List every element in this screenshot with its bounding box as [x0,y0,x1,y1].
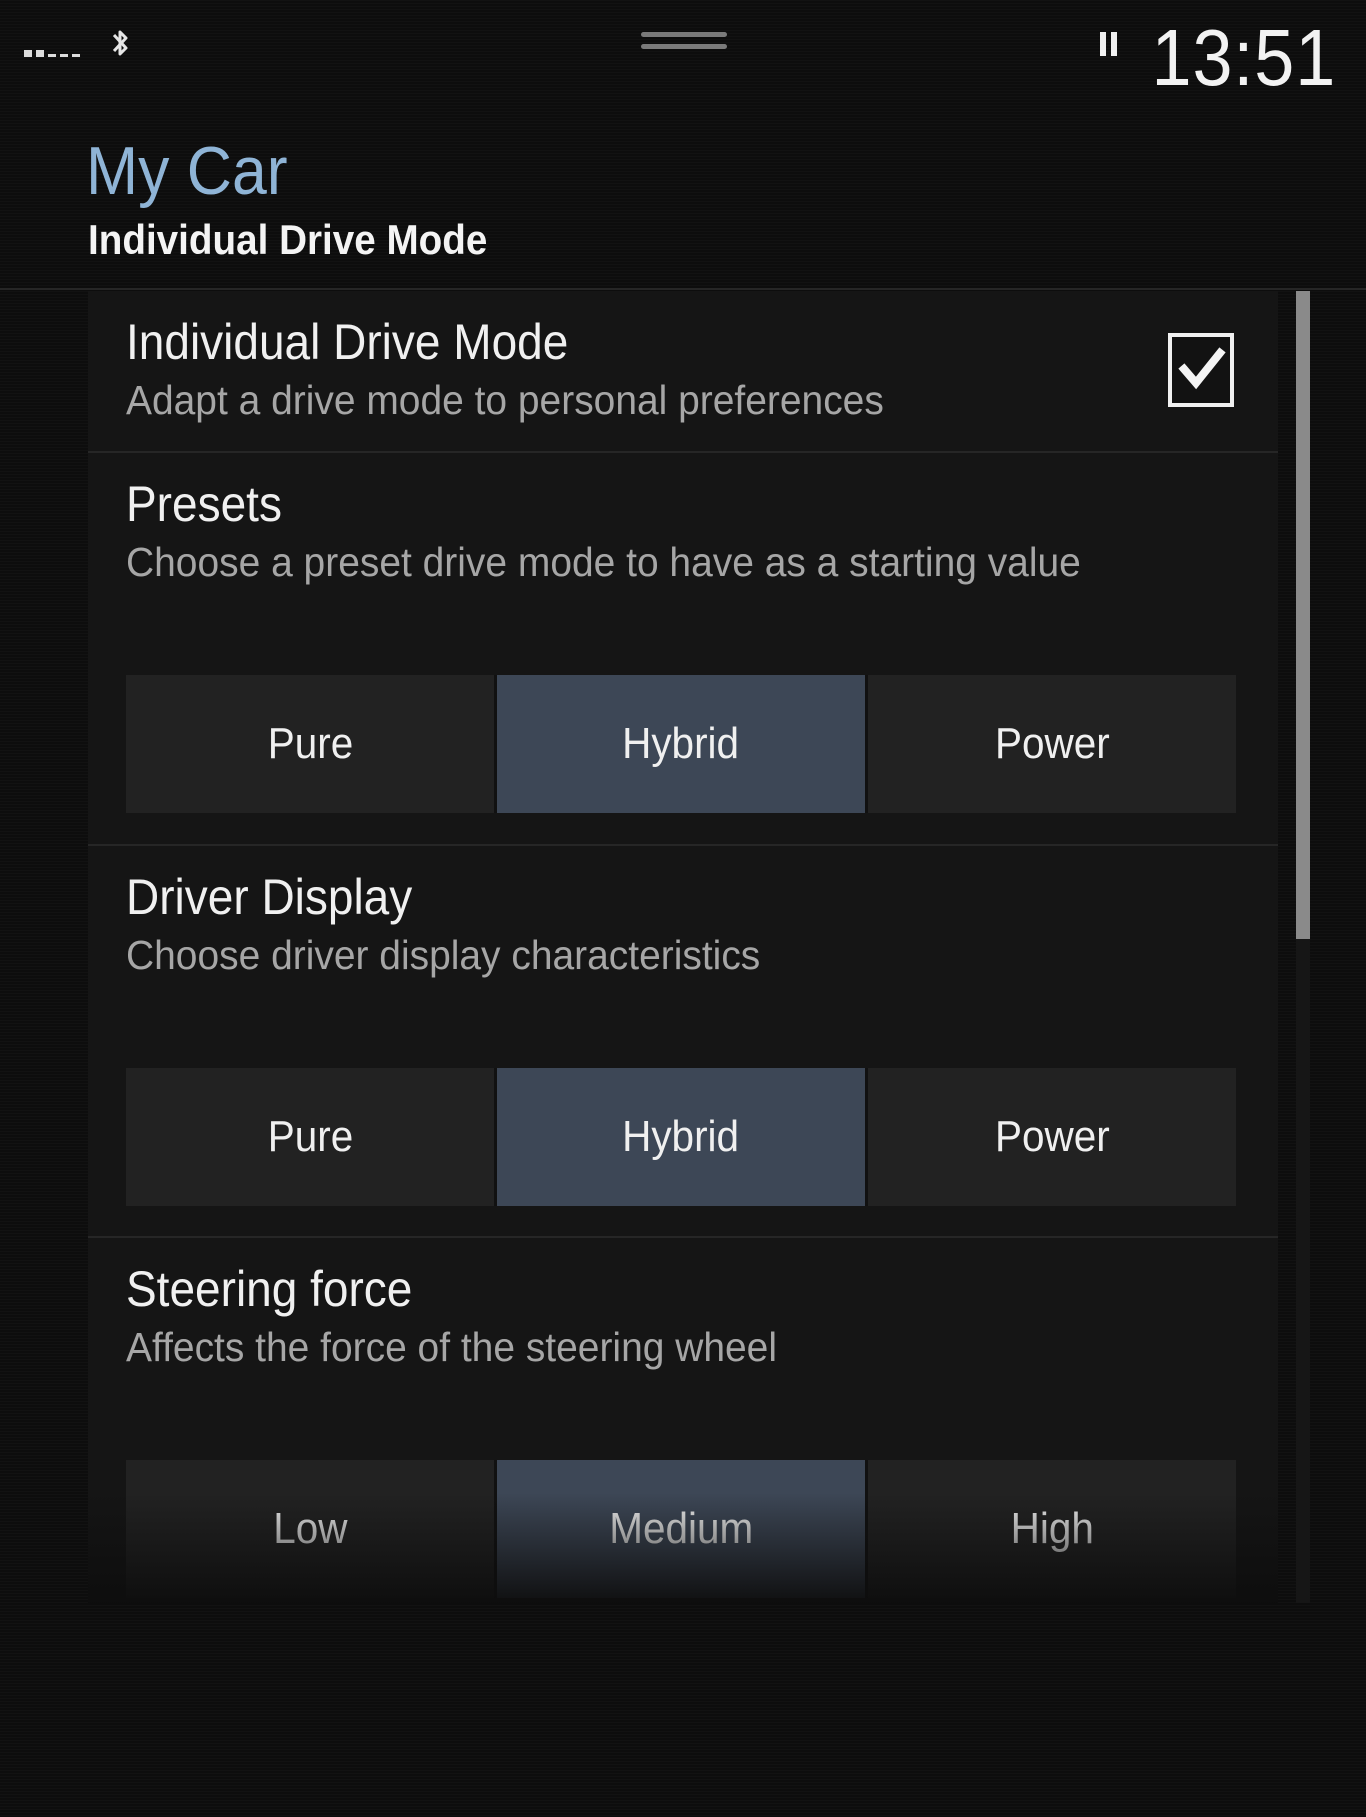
status-bar: 13:51 [0,0,1366,110]
settings-list[interactable]: Individual Drive Mode Adapt a drive mode… [88,291,1278,1603]
driver-display-option-power[interactable]: Power [868,1068,1236,1206]
driver-display-selector[interactable]: Pure Hybrid Power [126,1068,1236,1206]
drive-mode-title: Individual Drive Mode [126,314,569,370]
header-divider [0,288,1366,290]
driver-display-title: Driver Display [126,869,413,925]
presets-description: Choose a preset drive mode to have as a … [126,539,1081,585]
steering-force-selector[interactable]: Low Medium High [126,1460,1236,1598]
signal-icon [24,50,80,57]
steering-force-option-high[interactable]: High [868,1460,1236,1598]
scrollbar[interactable] [1296,291,1310,1603]
steering-force-row: Steering force Affects the force of the … [88,1238,1278,1603]
steering-force-option-low[interactable]: Low [126,1460,497,1598]
drive-mode-description: Adapt a drive mode to personal preferenc… [126,377,884,423]
page-title[interactable]: My Car [86,132,288,210]
driver-display-row: Driver Display Choose driver display cha… [88,846,1278,1236]
page-header: My Car Individual Drive Mode [0,110,1366,288]
page-subtitle: Individual Drive Mode [88,216,488,263]
steering-force-option-medium[interactable]: Medium [497,1460,868,1598]
bluetooth-icon [112,30,128,56]
presets-title: Presets [126,476,282,532]
presets-option-hybrid[interactable]: Hybrid [497,675,868,813]
drive-mode-row[interactable]: Individual Drive Mode Adapt a drive mode… [88,291,1278,451]
pull-down-handle-icon[interactable] [641,32,727,54]
checkmark-icon [1178,347,1226,390]
driver-display-option-hybrid[interactable]: Hybrid [497,1068,868,1206]
presets-option-pure[interactable]: Pure [126,675,497,813]
presets-selector[interactable]: Pure Hybrid Power [126,675,1236,813]
presets-option-power[interactable]: Power [868,675,1236,813]
driver-display-description: Choose driver display characteristics [126,932,761,978]
driver-display-option-pure[interactable]: Pure [126,1068,497,1206]
presets-row: Presets Choose a preset drive mode to ha… [88,453,1278,845]
scrollbar-thumb[interactable] [1296,291,1310,939]
steering-force-description: Affects the force of the steering wheel [126,1324,777,1370]
pause-icon[interactable] [1098,30,1120,58]
steering-force-title: Steering force [126,1261,413,1317]
drive-mode-checkbox[interactable] [1168,333,1234,407]
clock: 13:51 [1151,13,1336,102]
